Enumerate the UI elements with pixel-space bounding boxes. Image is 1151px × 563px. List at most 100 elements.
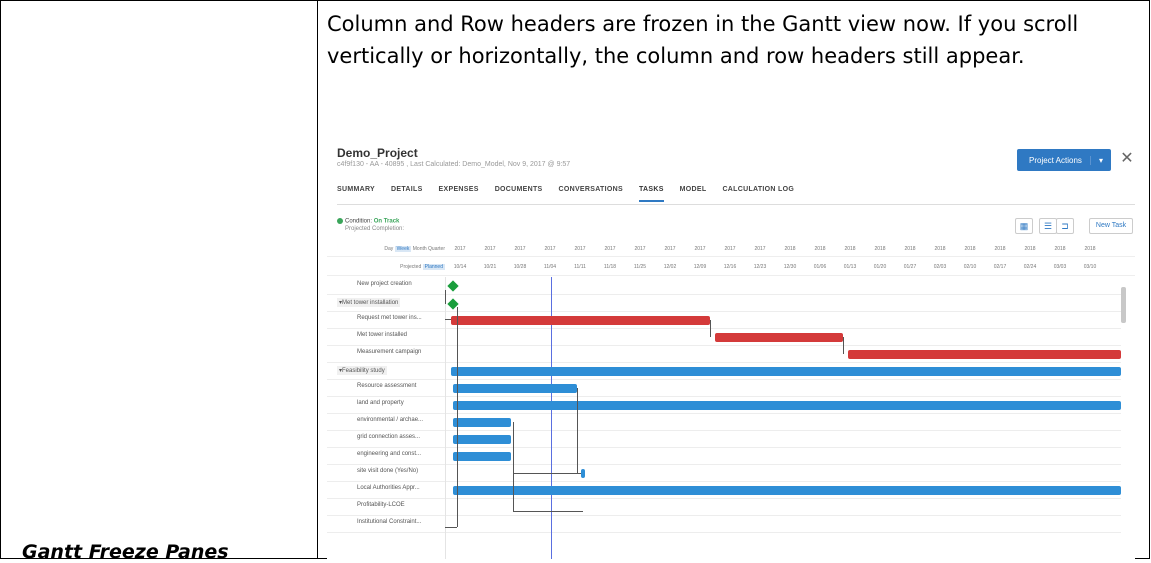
year-header-cell: 2017 bbox=[657, 246, 683, 252]
task-label[interactable]: Profitability-LCOE bbox=[357, 502, 405, 508]
gantt-year-header: Day Week Month Quarter 2017 2017 2017 2017 2… bbox=[327, 242, 1135, 256]
year-header-cell: 2018 bbox=[897, 246, 923, 252]
task-row[interactable]: grid connection asses... bbox=[327, 430, 1121, 448]
tab-conversations[interactable]: CONVERSATIONS bbox=[559, 186, 623, 202]
task-label[interactable]: grid connection asses... bbox=[357, 434, 420, 440]
year-header-cell: 2017 bbox=[627, 246, 653, 252]
task-label[interactable]: site visit done (Yes/No) bbox=[357, 468, 418, 474]
header-separator bbox=[327, 256, 1135, 257]
task-label[interactable]: Met tower installed bbox=[357, 332, 407, 338]
dependency-line bbox=[457, 307, 458, 527]
tab-divider bbox=[337, 204, 1135, 205]
vertical-scrollbar[interactable] bbox=[1121, 287, 1126, 323]
gantt-bar-feasibility-study[interactable] bbox=[451, 367, 1121, 376]
task-row[interactable]: Institutional Constraint... bbox=[327, 515, 1121, 533]
header-separator bbox=[327, 275, 1135, 276]
task-group-label[interactable]: ▾Feasibility study bbox=[337, 366, 387, 375]
task-label-text: site visit done (Yes/No) bbox=[357, 468, 418, 474]
task-label[interactable]: New project creation bbox=[357, 281, 412, 287]
task-label-text: environmental / archae... bbox=[357, 417, 423, 423]
year-header-cell: 2018 bbox=[987, 246, 1013, 252]
condition-value: On Track bbox=[374, 219, 400, 225]
task-label[interactable]: land and property bbox=[357, 400, 404, 406]
task-label-text: land and property bbox=[357, 400, 404, 406]
task-label-text: Request met tower ins... bbox=[357, 315, 422, 321]
task-label[interactable]: Institutional Constraint... bbox=[357, 519, 421, 525]
task-row[interactable]: Resource assessment bbox=[327, 379, 1121, 397]
zoom-option[interactable]: Quarter bbox=[428, 246, 445, 252]
task-row[interactable]: Profitability-LCOE bbox=[327, 498, 1121, 516]
mode-option[interactable]: Planned bbox=[423, 264, 445, 270]
dependency-line bbox=[445, 290, 446, 304]
task-row[interactable]: Request met tower ins... bbox=[327, 311, 1121, 329]
date-header-cell: 11/25 bbox=[627, 264, 653, 270]
date-header-cell: 12/09 bbox=[687, 264, 713, 270]
gantt-bar-grid-connection[interactable] bbox=[453, 435, 511, 444]
task-label[interactable]: Local Authorities Appr... bbox=[357, 485, 420, 491]
gantt-bar-met-tower-installed[interactable] bbox=[715, 333, 843, 342]
task-label-text: Profitability-LCOE bbox=[357, 502, 405, 508]
zoom-option[interactable]: Week bbox=[395, 246, 412, 252]
gantt-bar-resource-assessment[interactable] bbox=[453, 384, 577, 393]
gantt-bar-engineering[interactable] bbox=[453, 452, 511, 461]
zoom-controls[interactable]: Day Week Month Quarter bbox=[327, 246, 445, 252]
date-header-cell: 03/03 bbox=[1047, 264, 1073, 270]
tab-tasks[interactable]: TASKS bbox=[639, 186, 664, 202]
gantt-screenshot: Demo_Project c4f9f130 - AA - 40895 , Las… bbox=[327, 142, 1135, 559]
gantt-bar-measurement-campaign[interactable] bbox=[848, 350, 1121, 359]
task-label[interactable]: engineering and const... bbox=[357, 451, 421, 457]
zoom-option[interactable]: Day bbox=[384, 246, 393, 252]
task-label[interactable]: Measurement campaign bbox=[357, 349, 421, 355]
task-label-text: engineering and const... bbox=[357, 451, 421, 457]
date-header-cell: 10/28 bbox=[507, 264, 533, 270]
date-header-cell: 10/21 bbox=[477, 264, 503, 270]
date-header-cell: 12/30 bbox=[777, 264, 803, 270]
mode-option[interactable]: Projected bbox=[400, 264, 421, 270]
task-label-text: Met tower installed bbox=[357, 332, 407, 338]
year-header-cell: 2018 bbox=[1077, 246, 1103, 252]
gantt-bar-local-authorities[interactable] bbox=[453, 486, 1121, 495]
tab-documents[interactable]: DOCUMENTS bbox=[495, 186, 543, 202]
year-header-cell: 2018 bbox=[867, 246, 893, 252]
list-view-icon[interactable]: ☰ bbox=[1039, 218, 1057, 234]
chevron-down-icon[interactable]: ▾ bbox=[1090, 156, 1111, 165]
date-header-cell: 02/17 bbox=[987, 264, 1013, 270]
year-header-cell: 2017 bbox=[567, 246, 593, 252]
date-header-cell: 03/10 bbox=[1077, 264, 1103, 270]
gantt-bar-request-met-tower[interactable] bbox=[451, 316, 710, 325]
gantt-view-icon[interactable]: ⊐ bbox=[1056, 218, 1074, 234]
task-label-text: Feasibility study bbox=[342, 368, 385, 374]
tab-expenses[interactable]: EXPENSES bbox=[439, 186, 479, 202]
date-header-cell: 02/10 bbox=[957, 264, 983, 270]
gantt-bar-environmental[interactable] bbox=[453, 418, 511, 427]
tab-model[interactable]: MODEL bbox=[680, 186, 707, 202]
task-row[interactable]: ▾Met tower installation bbox=[327, 294, 1121, 312]
grid-view-icon[interactable]: ▦ bbox=[1015, 218, 1033, 234]
task-row[interactable]: site visit done (Yes/No) bbox=[327, 464, 1121, 482]
year-header-cell: 2017 bbox=[717, 246, 743, 252]
task-row[interactable]: New project creation bbox=[327, 277, 1121, 295]
close-icon[interactable]: ✕ bbox=[1120, 149, 1134, 169]
task-label[interactable]: environmental / archae... bbox=[357, 417, 423, 423]
tab-calculation-log[interactable]: CALCULATION LOG bbox=[722, 186, 794, 202]
date-header-cell: 01/13 bbox=[837, 264, 863, 270]
task-group-label[interactable]: ▾Met tower installation bbox=[337, 298, 400, 307]
gantt-bar-site-visit[interactable] bbox=[581, 469, 585, 478]
task-label[interactable]: Request met tower ins... bbox=[357, 315, 422, 321]
gantt-bar-land-property[interactable] bbox=[453, 401, 1121, 410]
year-header-cell: 2018 bbox=[1017, 246, 1043, 252]
task-label[interactable]: Resource assessment bbox=[357, 383, 416, 389]
new-task-button[interactable]: New Task bbox=[1089, 218, 1133, 234]
tab-summary[interactable]: SUMMARY bbox=[337, 186, 375, 202]
mode-controls[interactable]: Projected Planned bbox=[327, 264, 445, 270]
date-header-cell: 10/14 bbox=[447, 264, 473, 270]
project-actions-button[interactable]: Project Actions ▾ bbox=[1017, 149, 1111, 171]
year-header-cell: 2017 bbox=[687, 246, 713, 252]
year-header-cell: 2018 bbox=[837, 246, 863, 252]
task-row[interactable]: environmental / archae... bbox=[327, 413, 1121, 431]
zoom-option[interactable]: Month bbox=[413, 246, 427, 252]
date-header-cell: 02/24 bbox=[1017, 264, 1043, 270]
tab-details[interactable]: DETAILS bbox=[391, 186, 423, 202]
table-column-divider bbox=[317, 0, 318, 559]
task-row[interactable]: engineering and const... bbox=[327, 447, 1121, 465]
